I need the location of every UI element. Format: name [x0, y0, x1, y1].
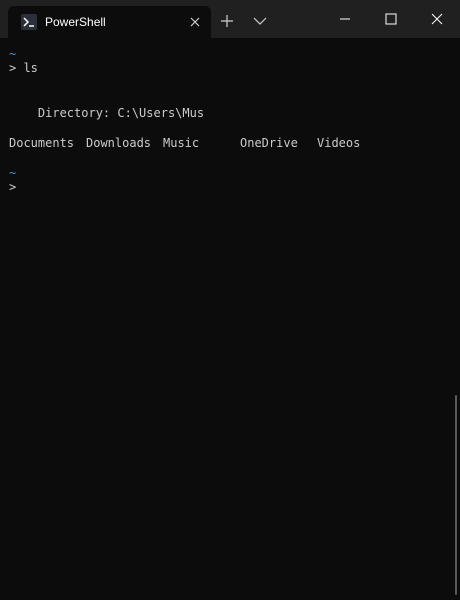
prompt-path: ~ — [9, 166, 17, 180]
list-item: OneDrive — [240, 136, 298, 150]
tab-powershell[interactable]: PowerShell — [8, 6, 211, 38]
directory-line: Directory: C:\Users\Mus — [9, 106, 205, 120]
list-item: Downloads — [86, 136, 152, 150]
title-bar[interactable]: PowerShell — [0, 0, 460, 38]
list-item: Music — [163, 136, 200, 150]
list-item: Videos — [317, 136, 361, 150]
prompt-command: > — [9, 180, 17, 194]
list-item: Documents — [9, 136, 75, 150]
maximize-icon[interactable] — [368, 0, 414, 38]
plus-icon[interactable] — [216, 10, 238, 32]
terminal-window: PowerShell ~ > ls Directory: C:\Users\Mu… — [0, 0, 460, 600]
tab-close-icon[interactable] — [187, 14, 203, 30]
minimize-icon[interactable] — [322, 0, 368, 38]
prompt-path: ~ — [9, 47, 17, 61]
chevron-down-icon[interactable] — [249, 10, 271, 32]
tab-title: PowerShell — [45, 15, 106, 29]
terminal-output[interactable]: ~ > ls Directory: C:\Users\Mus Documents… — [0, 38, 460, 600]
powershell-icon — [21, 14, 37, 30]
prompt-command: > ls — [9, 61, 38, 75]
close-icon[interactable] — [414, 0, 460, 38]
scrollbar[interactable] — [455, 395, 457, 595]
